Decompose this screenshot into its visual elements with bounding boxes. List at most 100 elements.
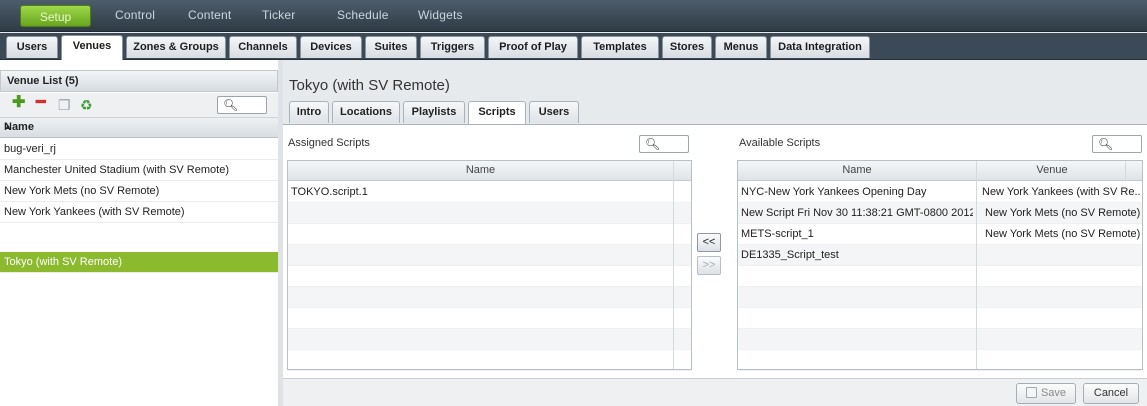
venue-detail-panel: Tokyo (with SV Remote) Intro Locations P…	[283, 60, 1147, 406]
available-search-input[interactable]: 🔍︎	[1092, 135, 1142, 153]
table-row-empty	[288, 350, 691, 371]
assigned-search-input[interactable]: 🔍︎	[639, 135, 689, 153]
venue-name: New York Mets (no SV Remote)	[4, 185, 160, 197]
venue-row-selected[interactable]: Tokyo (with SV Remote)	[0, 252, 278, 273]
tab-suites[interactable]: Suites	[365, 36, 417, 58]
available-scripts-grid: Name Venue NYC-New York Yankees Opening …	[737, 160, 1143, 371]
cancel-button[interactable]: Cancel	[1083, 383, 1139, 404]
move-right-button[interactable]: >>	[697, 256, 721, 275]
script-venue: New York Yankees (with SV Re...	[982, 186, 1140, 198]
tab-venues[interactable]: Venues	[61, 35, 123, 60]
tab-zones-groups[interactable]: Zones & Groups	[126, 36, 226, 58]
nav-setup[interactable]: Setup	[20, 5, 91, 27]
table-row-empty	[738, 266, 1142, 287]
script-venue: New York Mets (no SV Remote)	[985, 207, 1140, 219]
copy-icon[interactable]: ❐	[58, 98, 71, 112]
table-row-empty	[288, 287, 691, 308]
table-row-empty	[738, 287, 1142, 308]
available-column-name[interactable]: Name	[738, 164, 976, 176]
tab-devices[interactable]: Devices	[300, 36, 362, 58]
page-title: Tokyo (with SV Remote)	[289, 77, 450, 94]
venue-column-header[interactable]: Name ▲	[0, 118, 278, 138]
venue-toolbar: ✚ ━ ❐ ♻ 🔍︎	[0, 93, 278, 118]
table-row-empty	[738, 350, 1142, 371]
save-label: Save	[1040, 387, 1067, 399]
tab-playlists[interactable]: Playlists	[403, 101, 465, 123]
script-name: DE1335_Script_test	[741, 249, 839, 261]
search-icon: 🔍︎	[1098, 137, 1114, 151]
tab-users[interactable]: Users	[6, 36, 58, 58]
tab-proof-of-play[interactable]: Proof of Play	[488, 36, 578, 58]
tab-templates[interactable]: Templates	[581, 36, 659, 58]
scripts-content: Assigned Scripts 🔍︎ Name TOKYO.script.1 …	[283, 124, 1147, 406]
table-row-empty	[738, 308, 1142, 329]
tab-locations[interactable]: Locations	[332, 101, 400, 123]
table-row-empty	[288, 308, 691, 329]
script-name: NYC-New York Yankees Opening Day	[741, 186, 927, 198]
venue-name: Manchester United Stadium (with SV Remot…	[4, 164, 229, 176]
assigned-grid-header: Name	[288, 161, 691, 181]
table-row[interactable]: DE1335_Script_test	[738, 245, 1142, 266]
venue-list-panel: Venue List (5) ✚ ━ ❐ ♻ 🔍︎ Name ▲ bug-ver…	[0, 60, 283, 406]
assigned-scripts-label: Assigned Scripts	[288, 137, 370, 149]
tab-scripts[interactable]: Scripts	[468, 101, 526, 125]
tab-triggers[interactable]: Triggers	[420, 36, 485, 58]
script-name: METS-script_1	[741, 228, 814, 240]
venue-list-header: Venue List (5)	[0, 70, 278, 92]
nav-setup-label: Setup	[39, 10, 72, 24]
venue-name: Tokyo (with SV Remote)	[4, 256, 122, 268]
tab-menus[interactable]: Menus	[715, 36, 767, 58]
available-column-venue[interactable]: Venue	[977, 164, 1127, 176]
nav-control[interactable]: Control	[115, 8, 155, 22]
venue-row[interactable]: bug-veri_rj	[0, 139, 278, 160]
tab-stores[interactable]: Stores	[662, 36, 712, 58]
move-left-button[interactable]: <<	[697, 233, 721, 252]
venue-row[interactable]: New York Yankees (with SV Remote)	[0, 202, 278, 223]
nav-content[interactable]: Content	[188, 8, 231, 22]
main-tabs: Users Venues Zones & Groups Channels Dev…	[0, 33, 1147, 60]
tab-users[interactable]: Users	[529, 101, 579, 123]
script-name: New Script Fri Nov 30 11:38:21 GMT-0800 …	[741, 207, 973, 219]
top-navigation: Setup Control Content Ticker Schedule Wi…	[0, 0, 1147, 32]
venue-list-title: Venue List (5)	[7, 75, 79, 87]
script-name: TOKYO.script.1	[291, 186, 368, 198]
venue-row[interactable]: New York Mets (no SV Remote)	[0, 181, 278, 202]
assigned-scripts-grid: Name TOKYO.script.1	[287, 160, 692, 371]
table-row-empty	[288, 266, 691, 287]
venue-name: New York Yankees (with SV Remote)	[4, 206, 185, 218]
available-grid-header: Name Venue	[738, 161, 1142, 181]
venue-row[interactable]: Manchester United Stadium (with SV Remot…	[0, 160, 278, 181]
refresh-icon[interactable]: ♻	[80, 98, 93, 112]
search-icon: 🔍︎	[223, 98, 239, 112]
table-row[interactable]: NYC-New York Yankees Opening Day New Yor…	[738, 182, 1142, 203]
add-icon[interactable]: ✚	[12, 95, 25, 111]
script-venue: New York Mets (no SV Remote)	[985, 228, 1140, 240]
venue-name: bug-veri_rj	[4, 143, 56, 155]
table-row[interactable]: TOKYO.script.1	[288, 182, 691, 203]
sort-ascending-icon: ▲	[4, 122, 12, 131]
table-row-empty	[288, 203, 691, 224]
nav-schedule[interactable]: Schedule	[337, 8, 389, 22]
nav-widgets[interactable]: Widgets	[418, 8, 463, 22]
search-icon: 🔍︎	[645, 137, 661, 151]
table-row[interactable]: New Script Fri Nov 30 11:38:21 GMT-0800 …	[738, 203, 1142, 224]
venue-search-input[interactable]: 🔍︎	[217, 96, 267, 114]
table-row[interactable]: METS-script_1 New York Mets (no SV Remot…	[738, 224, 1142, 245]
action-bar: Save Cancel	[283, 378, 1147, 406]
assigned-column-name[interactable]: Name	[288, 164, 673, 176]
remove-icon[interactable]: ━	[36, 95, 46, 111]
available-scripts-label: Available Scripts	[739, 137, 821, 149]
tab-intro[interactable]: Intro	[289, 101, 329, 123]
table-row-empty	[288, 224, 691, 245]
column-divider	[1125, 161, 1126, 181]
save-icon	[1025, 387, 1037, 398]
table-row-empty	[738, 329, 1142, 350]
table-row-empty	[288, 245, 691, 266]
column-divider	[976, 161, 977, 369]
save-button[interactable]: Save	[1016, 383, 1076, 404]
column-divider	[673, 161, 674, 369]
tab-data-integration[interactable]: Data Integration	[770, 36, 870, 58]
nav-ticker[interactable]: Ticker	[262, 8, 295, 22]
tab-channels[interactable]: Channels	[229, 36, 297, 58]
table-row-empty	[288, 329, 691, 350]
